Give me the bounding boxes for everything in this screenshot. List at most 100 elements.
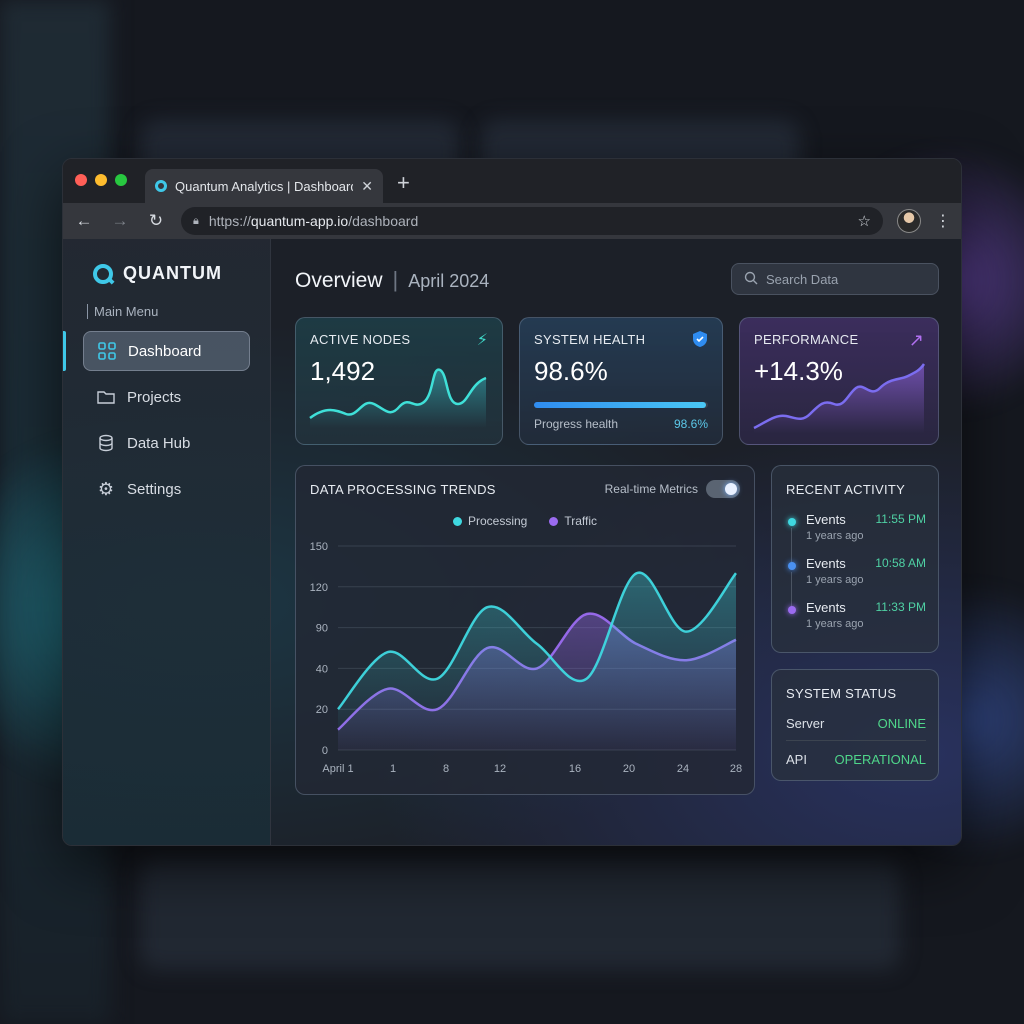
y-tick-label: 40 bbox=[316, 663, 328, 675]
database-icon bbox=[97, 434, 115, 452]
active-indicator bbox=[63, 331, 66, 371]
performance-card: PERFORMANCE ↗ +14.3% bbox=[739, 317, 939, 445]
url-text: https://quantum-app.io/dashboard bbox=[208, 213, 419, 229]
quantum-logo-icon bbox=[93, 263, 113, 284]
y-tick-label: 90 bbox=[316, 623, 328, 635]
active-nodes-sparkline bbox=[309, 368, 487, 428]
sidebar-item-label: Projects bbox=[127, 388, 182, 406]
progress-percent: 98.6% bbox=[673, 417, 708, 431]
search-placeholder: Search Data bbox=[766, 271, 839, 287]
data-processing-chart-card: 0 20 40 90 120 150 April 1 1 8 12 16 20 24 28 DATA PR… bbox=[295, 465, 755, 795]
sidebar-item-settings[interactable]: ⚙ Settings bbox=[83, 469, 250, 509]
activity-ago: 1 years ago bbox=[806, 618, 864, 630]
x-tick-label: 8 bbox=[443, 763, 449, 775]
sidebar-item-label: Settings bbox=[127, 480, 182, 498]
activity-ago: 1 years ago bbox=[806, 574, 864, 586]
x-tick-label: 24 bbox=[677, 763, 689, 775]
browser-menu-icon[interactable]: ⋮ bbox=[935, 211, 951, 231]
browser-window: Quantum Analytics | Dashboard ✕ + ← → ↻ … bbox=[62, 158, 962, 846]
background-card bbox=[140, 860, 900, 970]
status-label: Server bbox=[786, 716, 825, 731]
status-value: OPERATIONAL bbox=[834, 752, 926, 767]
search-input[interactable]: Search Data bbox=[731, 263, 939, 295]
y-tick-label: 20 bbox=[316, 704, 328, 716]
close-tab-icon[interactable]: ✕ bbox=[361, 178, 373, 195]
progress-label: Progress health bbox=[534, 417, 619, 431]
y-tick-label: 0 bbox=[322, 745, 328, 757]
app-container: QUANTUM Main Menu Dashboard Projects Dat… bbox=[63, 239, 961, 845]
sidebar: QUANTUM Main Menu Dashboard Projects Dat… bbox=[63, 239, 271, 845]
health-progress-bar bbox=[534, 402, 708, 408]
close-window-button[interactable] bbox=[75, 174, 87, 186]
status-row-api: API OPERATIONAL bbox=[786, 752, 926, 767]
legend-swatch bbox=[549, 517, 559, 526]
page-header: Overview | April 2024 bbox=[295, 267, 489, 293]
activity-dot bbox=[788, 518, 796, 526]
header-separator: | bbox=[392, 267, 399, 292]
sidebar-item-dashboard[interactable]: Dashboard bbox=[83, 331, 250, 371]
toggle-knob bbox=[725, 483, 737, 495]
activity-item[interactable]: Events 11:33 PM 1 years ago bbox=[786, 600, 926, 640]
sidebar-item-projects[interactable]: Projects bbox=[83, 377, 250, 417]
legend-item-traffic: Traffic bbox=[549, 514, 597, 528]
search-icon bbox=[744, 271, 758, 288]
status-label: API bbox=[786, 752, 807, 767]
activity-name: Events bbox=[806, 556, 846, 571]
brand: QUANTUM bbox=[63, 263, 270, 284]
activity-time: 11:33 PM bbox=[875, 600, 926, 614]
address-bar[interactable]: 🔒︎ https://quantum-app.io/dashboard ☆ bbox=[181, 207, 883, 235]
sidebar-item-label: Dashboard bbox=[128, 342, 202, 360]
activity-name: Events bbox=[806, 512, 846, 527]
brand-name: QUANTUM bbox=[123, 263, 222, 283]
menu-label: Main Menu bbox=[87, 304, 270, 319]
browser-toolbar: ← → ↻ 🔒︎ https://quantum-app.io/dashboar… bbox=[63, 203, 961, 239]
minimize-window-button[interactable] bbox=[95, 174, 107, 186]
activity-time: 11:55 PM bbox=[875, 512, 926, 526]
forward-arrow-icon[interactable]: → bbox=[109, 211, 131, 231]
grid-icon bbox=[98, 342, 116, 360]
activity-item[interactable]: Events 10:58 AM 1 years ago bbox=[786, 556, 926, 596]
activity-dot bbox=[788, 562, 796, 570]
x-tick-label: 16 bbox=[569, 763, 581, 775]
new-tab-button[interactable]: + bbox=[397, 170, 410, 196]
recent-activity-card: RECENT ACTIVITY Events 11:55 PM 1 years … bbox=[771, 465, 939, 653]
x-tick-label: 12 bbox=[494, 763, 506, 775]
bookmark-star-icon[interactable]: ☆ bbox=[858, 212, 871, 230]
page-subtitle: April 2024 bbox=[408, 271, 490, 291]
activity-title: RECENT ACTIVITY bbox=[786, 482, 906, 497]
lock-icon: 🔒︎ bbox=[193, 214, 199, 227]
status-divider bbox=[786, 740, 926, 741]
status-value: ONLINE bbox=[877, 716, 926, 731]
x-tick-label: 1 bbox=[390, 763, 396, 775]
folder-icon bbox=[97, 388, 115, 406]
x-tick-label: 20 bbox=[623, 763, 635, 775]
gear-icon: ⚙ bbox=[97, 478, 115, 499]
realtime-metrics-toggle[interactable] bbox=[706, 480, 740, 498]
quantum-logo-icon bbox=[155, 180, 167, 192]
activity-dot bbox=[788, 606, 796, 614]
y-tick-label: 150 bbox=[310, 541, 328, 553]
status-row-server: Server ONLINE bbox=[786, 716, 926, 731]
system-health-card: SYSTEM HEALTH 98.6% Progress health 98.6… bbox=[519, 317, 723, 445]
browser-tab[interactable]: Quantum Analytics | Dashboard ✕ bbox=[145, 169, 383, 203]
activity-name: Events bbox=[806, 600, 846, 615]
reload-icon[interactable]: ↻ bbox=[145, 211, 167, 231]
card-label: SYSTEM HEALTH bbox=[534, 332, 646, 347]
health-progress-fill bbox=[534, 402, 706, 408]
back-arrow-icon[interactable]: ← bbox=[73, 211, 95, 231]
sidebar-item-label: Data Hub bbox=[127, 434, 191, 452]
maximize-window-button[interactable] bbox=[115, 174, 127, 186]
profile-avatar[interactable] bbox=[897, 209, 921, 233]
realtime-toggle-wrap: Real-time Metrics bbox=[605, 480, 740, 498]
performance-sparkline bbox=[753, 363, 926, 433]
chart-title: DATA PROCESSING TRENDS bbox=[310, 482, 496, 497]
y-tick-label: 120 bbox=[310, 582, 328, 594]
activity-item[interactable]: Events 11:55 PM 1 years ago bbox=[786, 512, 926, 552]
toggle-label: Real-time Metrics bbox=[604, 482, 698, 496]
system-status-card: SYSTEM STATUS Server ONLINE API OPERATIO… bbox=[771, 669, 939, 781]
tab-bar: Quantum Analytics | Dashboard ✕ + bbox=[63, 159, 961, 203]
shield-check-icon bbox=[692, 330, 708, 353]
activity-ago: 1 years ago bbox=[806, 530, 864, 542]
main-content: Overview | April 2024 Search Data ACTIVE… bbox=[271, 239, 961, 845]
sidebar-item-data-hub[interactable]: Data Hub bbox=[83, 423, 250, 463]
